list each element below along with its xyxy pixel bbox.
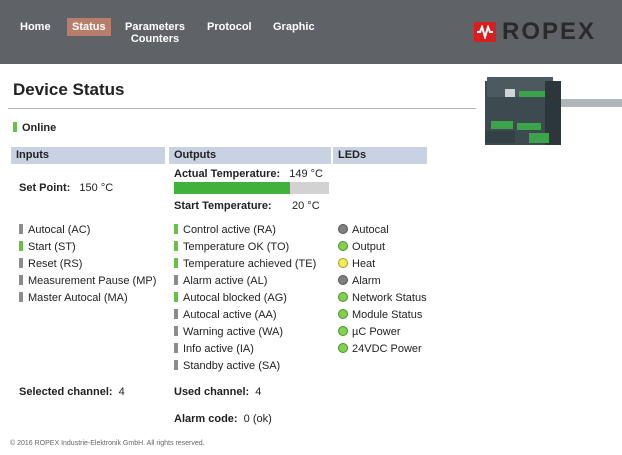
outputs-header: Outputs	[169, 147, 331, 164]
logo-text: ROPEX	[502, 18, 597, 45]
output-state-icon	[174, 360, 178, 370]
led-indicator-icon	[338, 292, 348, 302]
input-state-icon	[19, 241, 23, 251]
led-item: Module Status	[338, 309, 427, 326]
selected-channel-value: 4	[118, 386, 125, 398]
inputs-list: Autocal (AC) Start (ST) Reset (RS) Measu…	[19, 224, 156, 309]
input-item: Start (ST)	[19, 241, 156, 258]
online-indicator-icon	[13, 122, 17, 132]
actual-temperature: Actual Temperature: 149 °C	[174, 168, 323, 180]
output-state-icon	[174, 326, 178, 336]
output-state-icon	[174, 292, 178, 302]
input-item: Autocal (AC)	[19, 224, 156, 241]
footer-copyright: © 2016 ROPEX Industrie-Elektronik GmbH. …	[10, 440, 205, 447]
actual-temperature-value: 149 °C	[289, 168, 323, 180]
nav-parameters-counters[interactable]: Parameters Counters	[125, 21, 185, 45]
led-item: 24VDC Power	[338, 343, 427, 360]
input-item: Master Autocal (MA)	[19, 292, 156, 309]
selected-channel: Selected channel: 4	[19, 386, 125, 398]
online-status: Online	[13, 122, 56, 134]
nav-protocol[interactable]: Protocol	[207, 21, 252, 33]
output-item: Autocal blocked (AG)	[174, 292, 316, 309]
selected-channel-label: Selected channel:	[19, 386, 113, 398]
output-item: Alarm active (AL)	[174, 275, 316, 292]
output-state-icon	[174, 275, 178, 285]
led-item: Network Status	[338, 292, 427, 309]
used-channel: Used channel: 4	[174, 386, 261, 398]
setpoint-label: Set Point:	[19, 182, 71, 194]
output-item: Standby active (SA)	[174, 360, 316, 377]
led-item: Output	[338, 241, 427, 258]
ropex-logo: ROPEX	[474, 18, 597, 45]
nav-graphic[interactable]: Graphic	[273, 21, 315, 33]
output-item: Info active (IA)	[174, 343, 316, 360]
output-state-icon	[174, 343, 178, 353]
led-indicator-icon	[338, 275, 348, 285]
used-channel-value: 4	[255, 386, 262, 398]
input-state-icon	[19, 224, 23, 234]
output-state-icon	[174, 241, 178, 251]
start-temperature-label: Start Temperature:	[174, 200, 272, 212]
led-indicator-icon	[338, 258, 348, 268]
actual-temperature-label: Actual Temperature:	[174, 168, 281, 180]
led-indicator-icon	[338, 309, 348, 319]
alarm-code: Alarm code: 0 (ok)	[174, 413, 272, 425]
led-indicator-icon	[338, 241, 348, 251]
led-indicator-icon	[338, 224, 348, 234]
start-temperature-value: 20 °C	[292, 200, 320, 212]
led-item: Heat	[338, 258, 427, 275]
led-indicator-icon	[338, 326, 348, 336]
led-item: Alarm	[338, 275, 427, 292]
output-state-icon	[174, 224, 178, 234]
start-temperature: Start Temperature:	[174, 200, 272, 212]
output-item: Autocal active (AA)	[174, 309, 316, 326]
output-item: Warning active (WA)	[174, 326, 316, 343]
led-item: µC Power	[338, 326, 427, 343]
inputs-header: Inputs	[11, 147, 165, 164]
title-divider	[8, 108, 476, 109]
device-image	[483, 75, 622, 153]
waveform-icon	[474, 22, 496, 42]
output-state-icon	[174, 309, 178, 319]
temperature-bar	[174, 182, 329, 194]
page-title: Device Status	[13, 80, 125, 99]
input-item: Reset (RS)	[19, 258, 156, 275]
temperature-bar-fill	[174, 182, 291, 194]
input-state-icon	[19, 292, 23, 302]
input-state-icon	[19, 275, 23, 285]
input-item: Measurement Pause (MP)	[19, 275, 156, 292]
top-navigation-bar: Home Status Parameters Counters Protocol…	[0, 0, 622, 64]
leds-header: LEDs	[333, 147, 427, 164]
nav-status[interactable]: Status	[67, 18, 111, 36]
alarm-code-value: 0 (ok)	[243, 413, 272, 425]
outputs-list: Control active (RA) Temperature OK (TO) …	[174, 224, 316, 377]
led-indicator-icon	[338, 343, 348, 353]
led-item: Autocal	[338, 224, 427, 241]
leds-list: Autocal Output Heat Alarm Network Status…	[338, 224, 427, 360]
alarm-code-label: Alarm code:	[174, 413, 238, 425]
output-item: Temperature achieved (TE)	[174, 258, 316, 275]
setpoint: Set Point: 150 °C	[19, 182, 113, 194]
used-channel-label: Used channel:	[174, 386, 250, 398]
output-item: Control active (RA)	[174, 224, 316, 241]
output-state-icon	[174, 258, 178, 268]
input-state-icon	[19, 258, 23, 268]
online-label: Online	[22, 122, 57, 134]
nav-home[interactable]: Home	[20, 21, 51, 33]
setpoint-value: 150 °C	[79, 182, 114, 194]
output-item: Temperature OK (TO)	[174, 241, 316, 258]
